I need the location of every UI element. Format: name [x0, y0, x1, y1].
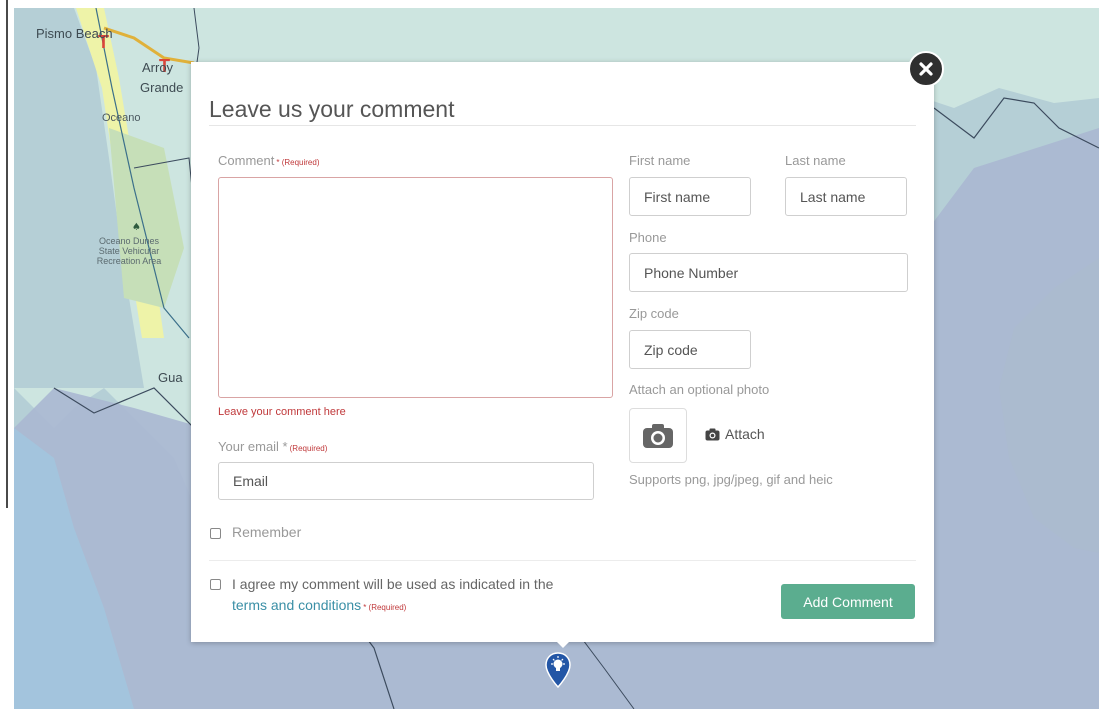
comment-modal: Leave us your comment Comment * (Required… [191, 62, 934, 648]
left-edge-rule [6, 0, 8, 508]
title-divider [209, 125, 916, 126]
map-label-guadalupe: Gua [158, 370, 183, 385]
last-name-field[interactable]: Last name [785, 177, 907, 216]
agree-text: I agree my comment will be used as indic… [232, 576, 554, 592]
first-name-field[interactable]: First name [629, 177, 751, 216]
attach-button[interactable]: Attach [705, 426, 765, 442]
photo-label: Attach an optional photo [629, 382, 770, 397]
last-name-label: Last name [785, 153, 846, 168]
agree-checkbox[interactable] [210, 579, 221, 590]
map-label-arroyo: Arroy [142, 60, 174, 75]
camera-small-icon [705, 428, 720, 440]
terms-link[interactable]: terms and conditions [232, 597, 361, 613]
comment-label-text: Comment [218, 153, 275, 168]
add-comment-button[interactable]: Add Comment [781, 584, 915, 619]
zip-field[interactable]: Zip code [629, 330, 751, 369]
map-label-dunes: Oceano Dunes State Vehicular Recreation … [74, 236, 184, 266]
camera-icon [643, 423, 673, 448]
remember-checkbox[interactable] [210, 528, 221, 539]
terms-required: * (Required) [363, 603, 407, 612]
close-modal-button[interactable] [908, 51, 944, 87]
email-label: Your email * (Required) [218, 439, 327, 454]
map-label-oceano: Oceano [102, 112, 141, 124]
terms-line: terms and conditions * (Required) [232, 597, 406, 613]
lightbulb-marker-icon[interactable] [545, 652, 571, 688]
supported-formats: Supports png, jpg/jpeg, gif and heic [629, 472, 833, 487]
map-label-dunes-line2: State Vehicular [98, 246, 160, 256]
phone-field[interactable]: Phone Number [629, 253, 908, 292]
comment-required: * (Required) [276, 158, 320, 167]
email-label-text: Your email * [218, 439, 288, 454]
email-field[interactable]: Email [218, 462, 594, 500]
park-icon: ♠ [132, 222, 141, 233]
map-label-grande: Grande [140, 80, 184, 95]
attach-label: Attach [725, 426, 765, 442]
phone-label: Phone [629, 230, 667, 245]
email-required: (Required) [289, 444, 328, 453]
first-name-label: First name [629, 153, 691, 168]
comment-textarea[interactable] [218, 177, 613, 398]
photo-preview[interactable] [629, 408, 687, 463]
comment-hint: Leave your comment here [218, 406, 346, 418]
remember-label: Remember [232, 524, 302, 540]
comment-label: Comment * (Required) [218, 153, 320, 168]
map-label-dunes-line1: Oceano Dunes [98, 236, 160, 246]
modal-title: Leave us your comment [209, 96, 455, 122]
footer-divider [209, 560, 916, 561]
left-edge [0, 0, 14, 709]
map-label-pismo: Pismo Beach [36, 26, 113, 41]
close-x-icon [919, 62, 933, 76]
zip-label: Zip code [629, 306, 679, 321]
map-label-dunes-line3: Recreation Area [96, 256, 162, 266]
